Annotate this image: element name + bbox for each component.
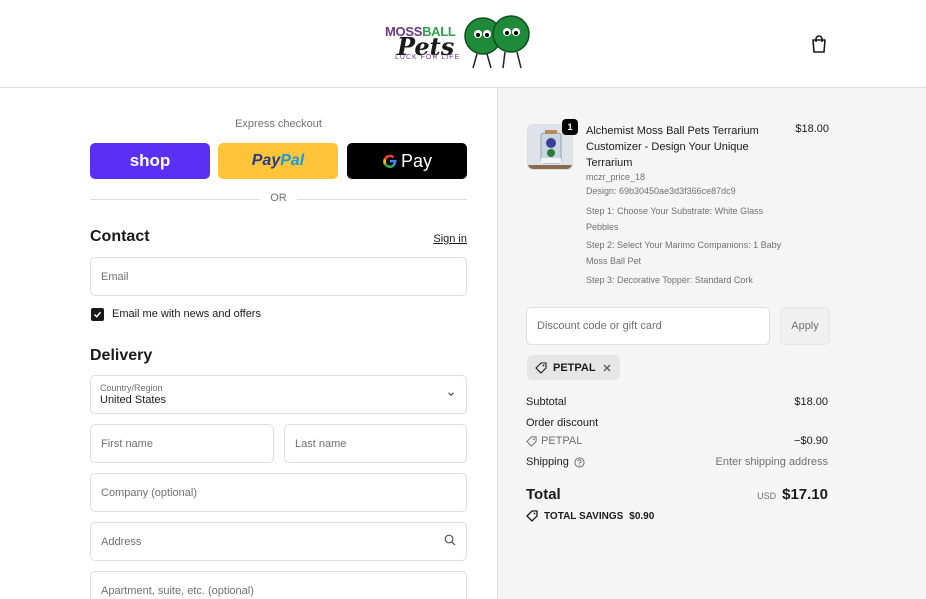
or-divider: OR <box>90 192 467 206</box>
apartment-field[interactable]: Apartment, suite, etc. (optional) <box>90 571 467 599</box>
discount-code-placeholder: Discount code or gift card <box>537 320 662 332</box>
product-step-3: Step 3: Decorative Topper: Standard Cork <box>586 275 753 285</box>
quantity-badge: 1 <box>562 119 578 135</box>
last-name-field[interactable]: Last name <box>284 424 467 463</box>
country-select[interactable]: Country/Region United States <box>90 375 467 414</box>
apartment-placeholder: Apartment, suite, etc. (optional) <box>101 584 254 597</box>
email-field[interactable]: Email <box>90 257 467 296</box>
paypal-label-a: Pay <box>251 152 281 169</box>
checkout-header: MOSSBALL Pets LUCK FOR LIFE <box>0 0 926 88</box>
total-value: $17.10 <box>782 486 828 503</box>
help-circle-icon[interactable] <box>574 456 585 468</box>
shop-pay-button[interactable]: shop <box>90 143 210 179</box>
tag-icon <box>526 435 537 447</box>
product-step-2: Step 2: Select Your Marimo Companions: 1… <box>586 240 782 266</box>
shipping-label: Shipping <box>526 456 569 468</box>
cart-button[interactable] <box>808 33 830 55</box>
company-placeholder: Company (optional) <box>101 486 197 499</box>
total-currency: USD <box>757 491 777 501</box>
total-label: Total <box>526 486 561 503</box>
subtotal-label: Subtotal <box>526 396 567 408</box>
total-savings-value: $0.90 <box>629 510 655 522</box>
discount-code-name: PETPAL <box>541 435 583 447</box>
total-amount: USD $17.10 <box>757 486 828 503</box>
applied-discount-chip: PETPAL <box>527 355 620 380</box>
paypal-label-b: Pal <box>280 152 305 169</box>
contact-heading: Contact <box>90 228 150 245</box>
tag-icon <box>535 361 547 374</box>
express-checkout-title: Express checkout <box>235 118 322 130</box>
chevron-down-icon <box>446 386 456 404</box>
order-discount-label: Order discount <box>526 417 599 429</box>
sign-in-link[interactable]: Sign in <box>420 233 467 245</box>
country-value: United States <box>100 394 167 406</box>
product-step-1: Step 1: Choose Your Substrate: White Gla… <box>586 206 764 232</box>
subtotal-value: $18.00 <box>794 396 828 408</box>
google-pay-button[interactable]: Pay <box>347 143 467 179</box>
or-label: OR <box>270 192 287 204</box>
product-name: Alchemist Moss Ball Pets Terrarium Custo… <box>586 125 759 169</box>
newsletter-label: Email me with news and offers <box>112 308 261 320</box>
product-design-id: Design: 69b30450ae3d3f366ce87dc9 <box>586 186 736 196</box>
product-price: $18.00 <box>795 123 829 135</box>
newsletter-checkbox[interactable] <box>91 307 104 321</box>
address-field[interactable]: Address <box>90 522 467 561</box>
checkout-form-panel: Express checkout shop Pay Pal Pay OR Cont… <box>0 88 497 599</box>
first-name-field[interactable]: First name <box>90 424 274 463</box>
store-logo[interactable]: MOSSBALL Pets LUCK FOR LIFE <box>383 14 535 74</box>
shipping-value: Enter shipping address <box>715 456 828 468</box>
newsletter-checkbox-row[interactable]: Email me with news and offers <box>91 307 261 321</box>
order-summary-panel: 1 Alchemist Moss Ball Pets Terrarium Cus… <box>497 88 926 599</box>
first-name-placeholder: First name <box>101 437 153 450</box>
discount-code-field[interactable]: Discount code or gift card <box>526 307 770 345</box>
logo-tagline: LUCK FOR LIFE <box>395 54 461 61</box>
country-label: Country/Region <box>100 383 163 393</box>
tag-icon <box>526 510 538 522</box>
shipping-row: Shipping <box>526 456 585 468</box>
google-g-icon <box>383 154 397 168</box>
apply-discount-button[interactable]: Apply <box>780 307 830 345</box>
total-savings-label: TOTAL SAVINGS <box>544 510 624 522</box>
discount-amount: −$0.90 <box>794 435 828 447</box>
close-icon <box>603 364 611 371</box>
last-name-placeholder: Last name <box>295 437 347 450</box>
shopping-bag-icon <box>812 35 826 53</box>
remove-discount-button[interactable] <box>602 363 612 373</box>
total-savings-row: TOTAL SAVINGS $0.90 <box>526 510 654 522</box>
shop-pay-label: shop <box>129 151 171 170</box>
delivery-heading: Delivery <box>90 347 153 364</box>
paypal-button[interactable]: Pay Pal <box>218 143 338 179</box>
discount-code-row: PETPAL <box>526 435 582 447</box>
address-placeholder: Address <box>101 535 142 548</box>
company-field[interactable]: Company (optional) <box>90 473 467 512</box>
checkmark-icon <box>93 311 102 318</box>
moss-ball-mascot-icon <box>464 15 530 69</box>
email-placeholder: Email <box>101 270 129 283</box>
applied-discount-code: PETPAL <box>553 361 596 374</box>
google-pay-label: Pay <box>400 150 433 171</box>
search-icon <box>444 533 456 551</box>
